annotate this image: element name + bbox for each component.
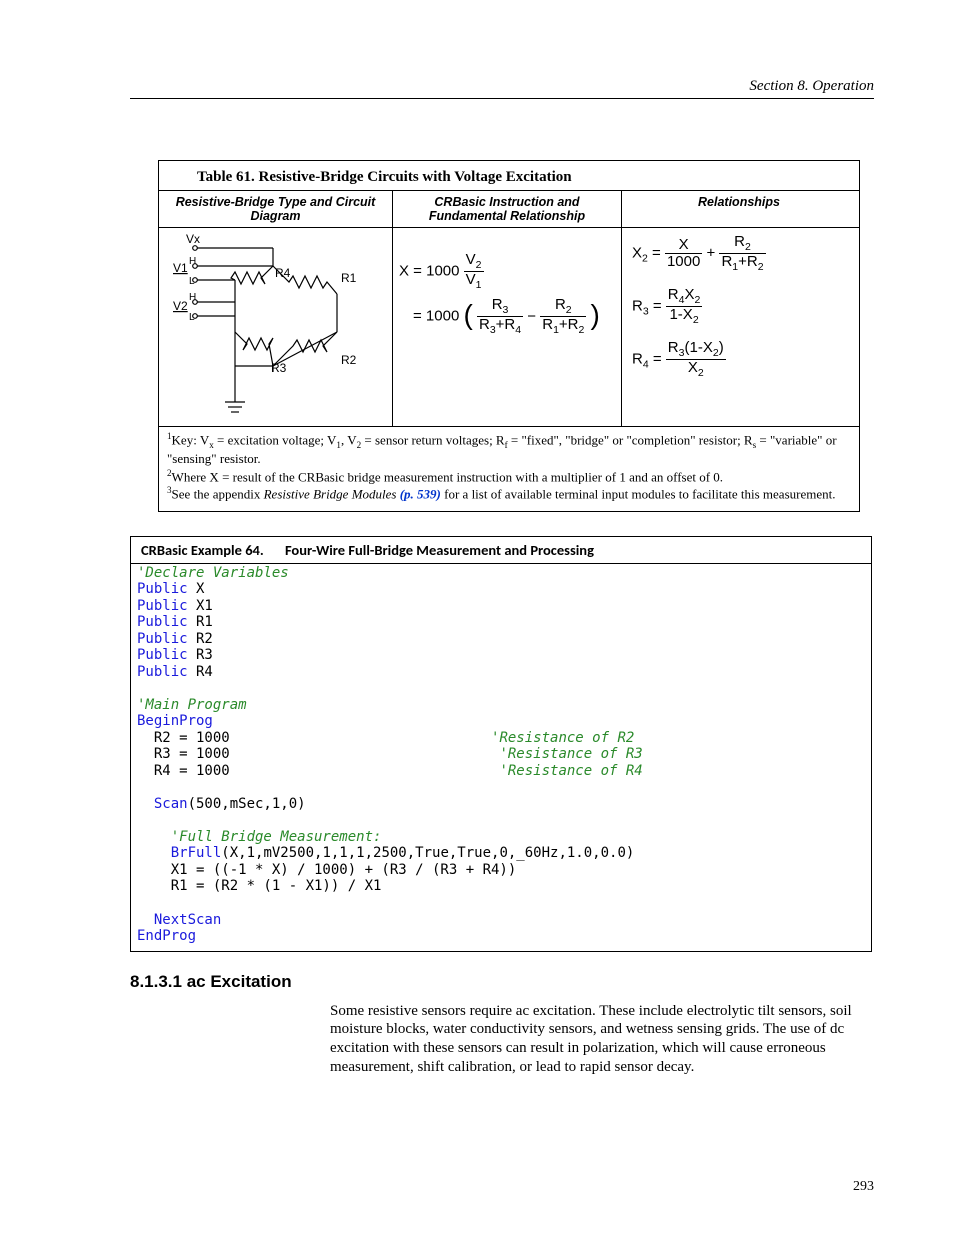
example64-title: Four-Wire Full-Bridge Measurement and Pr… xyxy=(285,541,594,559)
svg-text:V2: V2 xyxy=(173,299,188,313)
example64-label: CRBasic Example 64. xyxy=(141,541,264,559)
svg-text:L: L xyxy=(189,276,195,287)
svg-text:L: L xyxy=(189,312,195,323)
section-heading: 8.1.3.1 ac Excitation xyxy=(130,972,874,992)
svg-text:R4: R4 xyxy=(275,266,291,280)
svg-text:H: H xyxy=(189,292,196,303)
relationships-cell: X2 = X1000 + R2R1+R2 R3 = R4X21-X2 R4 = … xyxy=(622,228,856,426)
table61-col3-header: Relationships xyxy=(622,191,856,227)
circuit-diagram-cell: Vx V1 H L V2 H xyxy=(159,228,393,426)
example64-title-row: CRBasic Example 64. Four-Wire Full-Bridg… xyxy=(131,537,871,564)
bridge-circuit-diagram: Vx V1 H L V2 H xyxy=(165,232,387,422)
table61-col2-header: CRBasic Instruction and Fundamental Rela… xyxy=(393,191,622,227)
table61: Table 61. Resistive-Bridge Circuits with… xyxy=(158,160,860,512)
table61-title: Table 61. Resistive-Bridge Circuits with… xyxy=(159,161,859,190)
svg-text:V1: V1 xyxy=(173,261,188,275)
table61-col1-header: Resistive-Bridge Type and Circuit Diagra… xyxy=(159,191,393,227)
table61-row: Vx V1 H L V2 H xyxy=(159,228,859,427)
example64: CRBasic Example 64. Four-Wire Full-Bridg… xyxy=(130,536,872,952)
section-body: Some resistive sensors require ac excita… xyxy=(330,1002,858,1077)
svg-text:H: H xyxy=(189,256,196,267)
instruction-cell: X = 1000 V2V1 = 1000 ( R3R3+R4 − R2R1+R2… xyxy=(393,228,622,426)
header-rule xyxy=(130,98,874,99)
page-link[interactable]: (p. 539) xyxy=(400,486,441,501)
note2: 2Where X = result of the CRBasic bridge … xyxy=(167,468,851,486)
table61-headers: Resistive-Bridge Type and Circuit Diagra… xyxy=(159,190,859,228)
note3: 3See the appendix Resistive Bridge Modul… xyxy=(167,485,851,503)
note1: 1Key: Vx = excitation voltage; V1, V2 = … xyxy=(167,431,851,468)
svg-text:Vx: Vx xyxy=(186,232,200,246)
svg-text:R2: R2 xyxy=(341,353,357,367)
header-section: Section 8. Operation xyxy=(749,78,874,95)
svg-text:R1: R1 xyxy=(341,271,357,285)
example64-code: 'Declare Variables Public X Public X1 Pu… xyxy=(131,564,871,951)
table61-notes: 1Key: Vx = excitation voltage; V1, V2 = … xyxy=(159,427,859,511)
page-number: 293 xyxy=(853,1179,874,1195)
